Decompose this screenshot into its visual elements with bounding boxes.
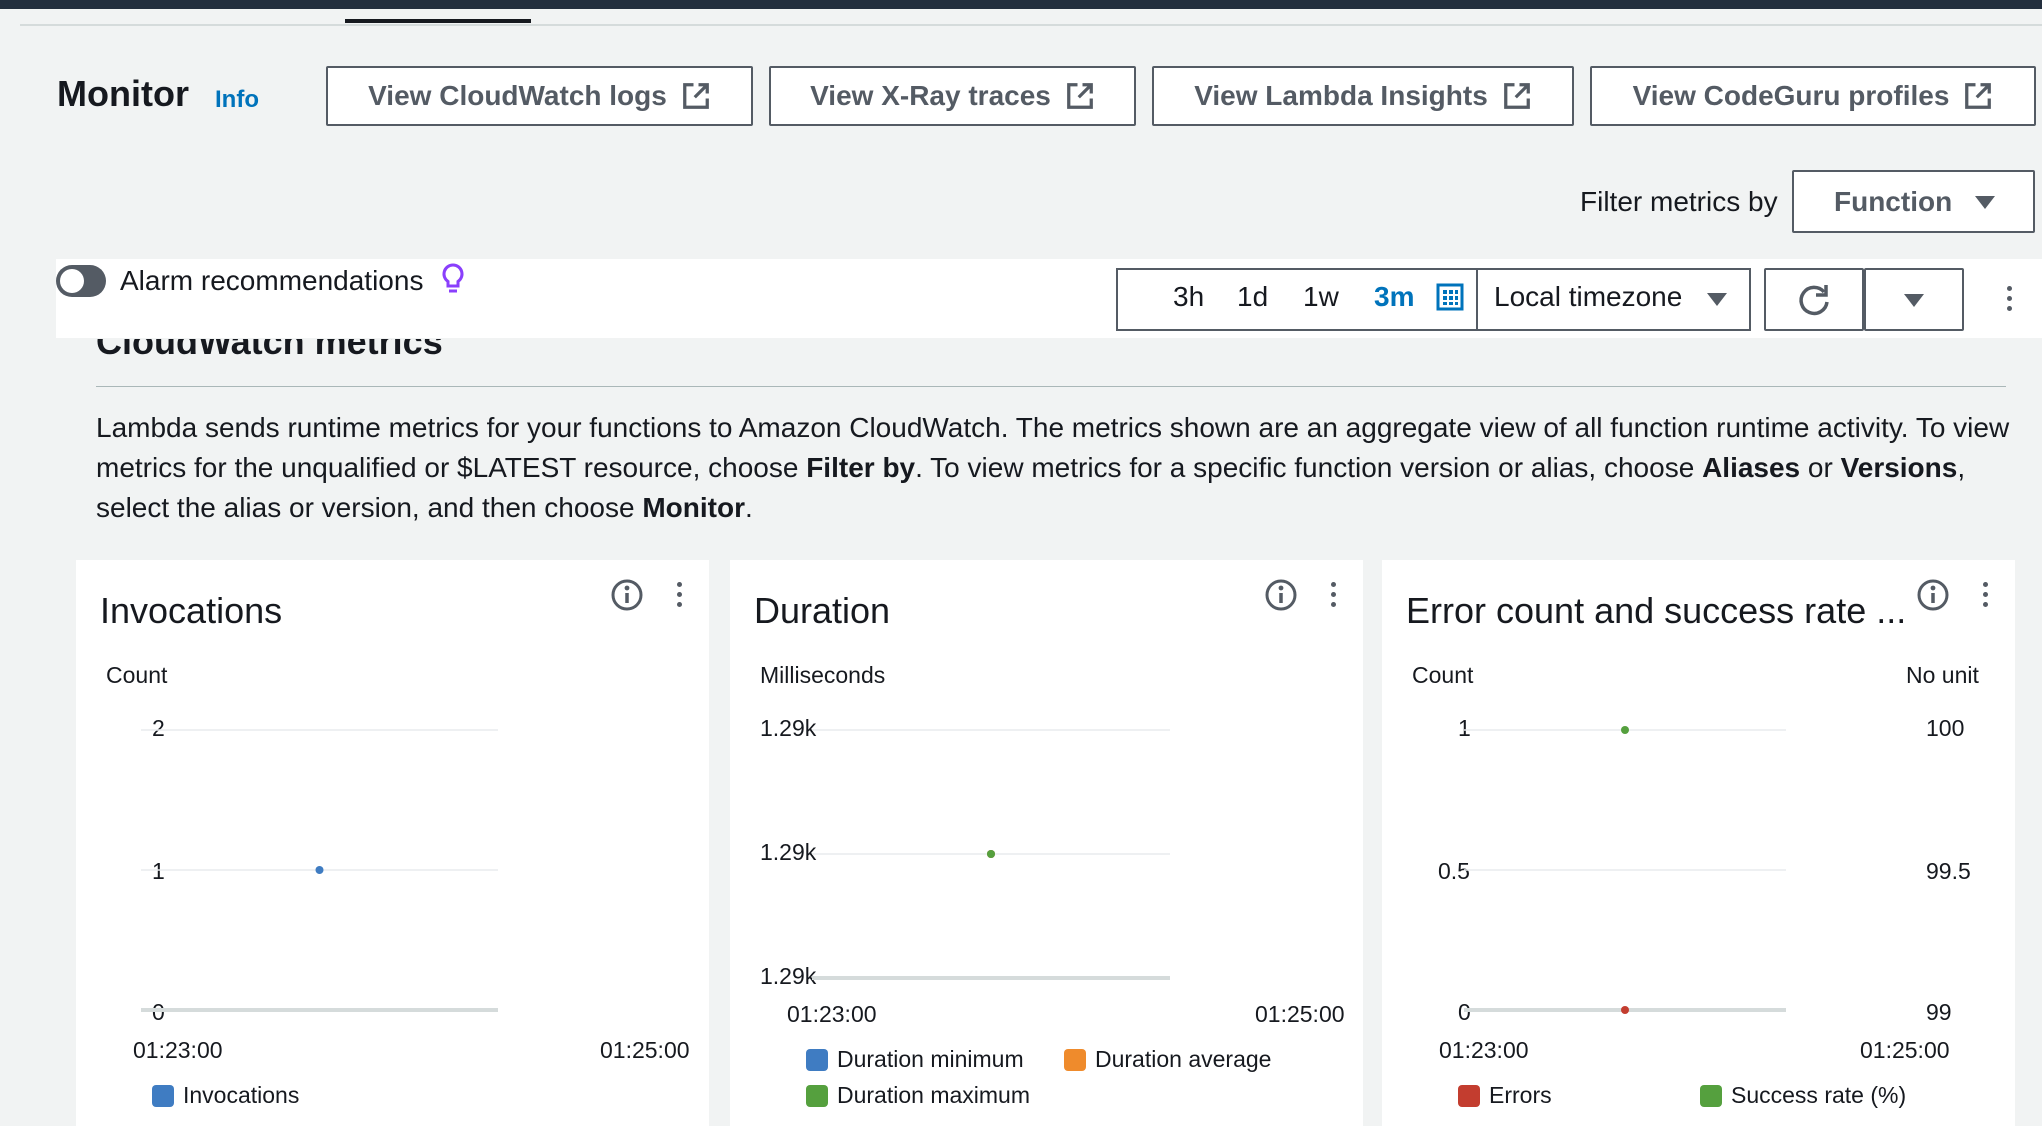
refresh-button[interactable] [1764,268,1864,331]
view-cloudwatch-logs-button[interactable]: View CloudWatch logs [326,66,753,126]
more-actions-icon[interactable] [2007,286,2012,311]
error-count-card: Error count and success rate ... Count N… [1382,560,2015,1126]
timezone-select[interactable]: Local timezone [1494,281,1682,313]
caret-down-icon [1904,293,1924,307]
invocations-plot [141,729,498,1012]
external-link-icon [1503,83,1530,109]
legend-item: Duration minimum [806,1046,1024,1073]
legend-item: Errors [1458,1082,1552,1109]
duration-plot [812,729,1170,980]
button-label: View CodeGuru profiles [1632,80,1950,111]
section-divider [96,386,2006,387]
timezone-divider [1476,268,1478,331]
alarm-recommendations-label: Alarm recommendations [120,265,424,296]
filter-metrics-label: Filter metrics by [1580,186,1778,217]
legend-swatch [1700,1084,1722,1107]
top-bar [0,0,2042,9]
legend-swatch [806,1084,828,1107]
button-label: View Lambda Insights [1194,80,1488,111]
data-point [987,850,995,858]
external-link-icon [682,83,709,109]
invocations-card: Invocations Count 2 1 0 01:23:00 01:25:0… [76,560,709,1126]
data-point [1621,1006,1629,1014]
legend-item: Duration average [1064,1046,1271,1073]
range-1d[interactable]: 1d [1237,281,1268,313]
tab-monitor-active-indicator [345,19,531,23]
view-lambda-insights-button[interactable]: View Lambda Insights [1152,66,1574,126]
data-point [1621,726,1629,734]
legend-item: Success rate (%) [1700,1082,1906,1109]
range-1w[interactable]: 1w [1303,281,1339,313]
data-point [315,866,324,874]
alarm-recommendations-toggle[interactable] [56,265,106,297]
legend-swatch [1064,1048,1086,1071]
section-title: CloudWatch metrics [96,339,443,362]
section-header: CloudWatch metrics [96,339,443,373]
view-codeguru-profiles-button[interactable]: View CodeGuru profiles [1590,66,2036,126]
caret-down-icon[interactable] [1706,291,1728,307]
external-link-icon [1066,83,1093,109]
calendar-icon[interactable] [1436,283,1464,311]
range-3h[interactable]: 3h [1173,281,1204,313]
view-xray-traces-button[interactable]: View X-Ray traces [769,66,1136,126]
legend-swatch [806,1048,828,1071]
section-description: Lambda sends runtime metrics for your fu… [96,412,2010,523]
refresh-options-button[interactable] [1864,268,1964,331]
tab-underline [20,24,2042,26]
page-title: Monitor [57,73,189,114]
refresh-icon [1799,284,1829,315]
error-count-plot [1464,726,1786,1014]
external-link-icon [1965,83,1992,109]
legend-swatch [152,1084,174,1107]
range-3m[interactable]: 3m [1374,281,1414,313]
button-label: View X-Ray traces [810,80,1051,111]
lightbulb-icon [442,263,464,293]
legend-item: Invocations [152,1082,299,1109]
select-value: Function [1834,185,1953,217]
caret-down-icon [1975,195,1996,209]
duration-card: Duration Milliseconds 1.29k 1.29k 1.29k … [730,560,1363,1126]
filter-metrics-select[interactable]: Function [1792,170,2035,233]
legend-item: Duration maximum [806,1082,1030,1109]
info-link[interactable]: Info [215,86,259,114]
button-label: View CloudWatch logs [368,80,667,111]
legend-swatch [1458,1084,1480,1107]
